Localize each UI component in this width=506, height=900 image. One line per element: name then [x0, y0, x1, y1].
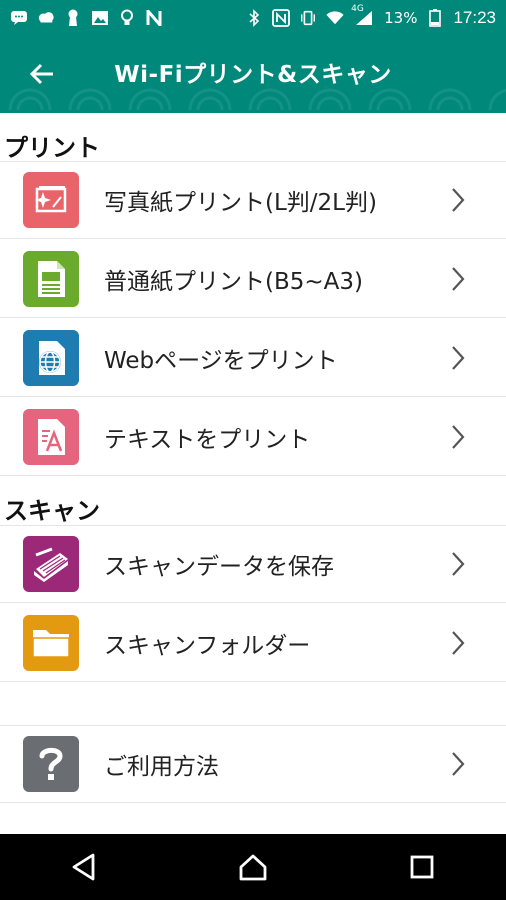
system-icons: 4G 13% 17:23	[245, 4, 496, 28]
wifi-icon	[326, 9, 344, 27]
nav-recents-icon[interactable]	[402, 847, 442, 887]
menu-item-photo-print[interactable]: 写真紙プリント(L判/2L判)	[0, 161, 506, 239]
menu-item-label: Webページをプリント	[104, 347, 338, 374]
web-globe-icon	[23, 329, 79, 386]
menu-item-web-print[interactable]: Webページをプリント	[0, 319, 506, 397]
chevron-right-icon	[446, 266, 470, 291]
menu-item-save-scan[interactable]: スキャンデータを保存	[0, 525, 506, 603]
document-print-icon	[23, 250, 79, 307]
menu-item-label: テキストをプリント	[104, 426, 311, 453]
chevron-right-icon	[446, 552, 470, 576]
vibrate-icon	[299, 9, 317, 27]
messenger-icon	[10, 9, 28, 27]
signal-type: 4G	[351, 4, 364, 14]
menu-item-text-print[interactable]: テキストをプリント	[0, 398, 506, 476]
status-bar: 4G 13% 17:23	[0, 0, 506, 36]
battery-percent: 13%	[384, 9, 418, 27]
chevron-right-icon	[446, 345, 470, 370]
menu-item-label: ご利用方法	[104, 754, 219, 780]
image-icon	[91, 9, 109, 27]
chevron-right-icon	[446, 752, 470, 776]
keyhole-icon	[64, 9, 82, 27]
section-header-print: プリント	[4, 134, 100, 162]
cell-signal-icon: 4G	[351, 4, 375, 27]
n-icon	[145, 9, 163, 27]
battery-icon	[426, 9, 444, 27]
photo-print-icon	[23, 172, 79, 228]
chevron-right-icon	[446, 630, 470, 655]
chevron-right-icon	[446, 188, 470, 212]
help-question-icon	[23, 736, 79, 792]
menu-item-label: スキャンフォルダー	[104, 632, 311, 659]
menu-item-label: スキャンデータを保存	[104, 554, 334, 580]
navigation-bar	[0, 834, 506, 900]
nav-back-icon[interactable]	[64, 847, 104, 887]
nfc-icon	[272, 9, 291, 27]
cloud-chat-icon	[37, 9, 55, 27]
scanner-icon	[23, 536, 79, 592]
nav-home-icon[interactable]	[233, 847, 273, 887]
bulb-icon	[118, 9, 136, 27]
page-title: Wi-Fiプリント&スキャン	[114, 62, 392, 88]
clock: 17:23	[453, 8, 496, 27]
menu-item-plain-print[interactable]: 普通紙プリント(B5~A3)	[0, 240, 506, 318]
menu-item-scan-folder[interactable]: スキャンフォルダー	[0, 604, 506, 682]
text-print-icon	[23, 408, 79, 465]
bluetooth-icon	[245, 9, 263, 27]
notification-icons	[10, 9, 163, 27]
folder-icon	[23, 614, 79, 671]
menu-item-label: 写真紙プリント(L判/2L判)	[104, 190, 377, 216]
app-bar: Wi-Fiプリント&スキャン	[0, 36, 506, 113]
menu-item-help[interactable]: ご利用方法	[0, 725, 506, 803]
menu-item-label: 普通紙プリント(B5~A3)	[104, 268, 363, 295]
chevron-right-icon	[446, 424, 470, 449]
section-header-scan: スキャン	[4, 497, 100, 525]
